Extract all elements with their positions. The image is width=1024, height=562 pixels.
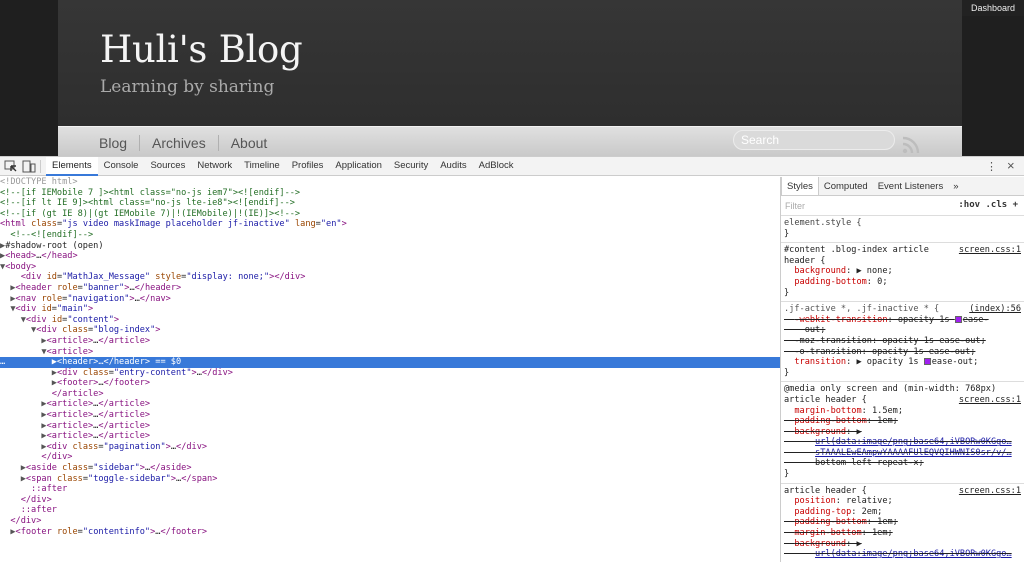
- nav-archives-link[interactable]: Archives: [140, 135, 219, 151]
- inspect-element-icon[interactable]: [4, 160, 18, 173]
- search-input[interactable]: Search: [733, 130, 895, 150]
- blog-nav: Blog Archives About Search: [58, 126, 962, 156]
- dashboard-button[interactable]: Dashboard: [962, 0, 1024, 16]
- dom-line[interactable]: ▶<aside class="sidebar">…</aside>: [0, 463, 780, 474]
- tab-security[interactable]: Security: [388, 157, 434, 176]
- dom-line[interactable]: ::after: [0, 505, 780, 516]
- tab-audits[interactable]: Audits: [434, 157, 472, 176]
- dom-line[interactable]: ▼<div class="blog-index">: [0, 325, 780, 336]
- dom-line[interactable]: <!--[if IEMobile 7 ]><html class="no-js …: [0, 188, 780, 199]
- tab-network[interactable]: Network: [191, 157, 238, 176]
- dom-line[interactable]: ▶#shadow-root (open): [0, 241, 780, 252]
- tab-computed[interactable]: Computed: [819, 177, 873, 195]
- tab-profiles[interactable]: Profiles: [286, 157, 330, 176]
- dom-line[interactable]: <!--[if lt IE 9]><html class="no-js lte-…: [0, 198, 780, 209]
- blog-page: Huli's Blog Learning by sharing Blog Arc…: [0, 0, 1024, 156]
- tab-event-listeners[interactable]: Event Listeners: [873, 177, 948, 195]
- close-icon[interactable]: ×: [1007, 158, 1015, 173]
- styles-filter-bar: Filter :hov .cls +: [781, 196, 1024, 216]
- dom-line-selected[interactable]: ▶<header>…</header> == $0…: [0, 357, 780, 368]
- devtools-tabs: Elements Console Sources Network Timelin…: [46, 157, 519, 176]
- dom-line[interactable]: ::after: [0, 484, 780, 495]
- nav-blog-link[interactable]: Blog: [87, 135, 141, 151]
- tab-sources[interactable]: Sources: [144, 157, 191, 176]
- device-toolbar-icon[interactable]: [22, 160, 36, 173]
- dom-line[interactable]: ▼<article>: [0, 347, 780, 358]
- dom-line[interactable]: ▶<div class="entry-content">…</div>: [0, 368, 780, 379]
- filter-input[interactable]: Filter: [785, 201, 805, 212]
- styles-pane[interactable]: Styles Computed Event Listeners » Filter…: [780, 177, 1024, 562]
- devtools-toolbar: Elements Console Sources Network Timelin…: [0, 156, 1024, 176]
- dom-line[interactable]: ▶<nav role="navigation">…</nav>: [0, 294, 780, 305]
- dom-line[interactable]: ▼<body>: [0, 262, 780, 273]
- nav-about-link[interactable]: About: [219, 135, 280, 151]
- dom-line[interactable]: ▶<article>…</article>: [0, 410, 780, 421]
- dom-line[interactable]: ▶<header role="banner">…</header>: [0, 283, 780, 294]
- dom-line[interactable]: ▶<head>…</head>: [0, 251, 780, 262]
- blog-title[interactable]: Huli's Blog: [100, 28, 303, 71]
- more-menu-icon[interactable]: ⋮: [986, 160, 997, 173]
- dom-line[interactable]: <!--[if (gt IE 8)|(gt IEMobile 7)|!(IEMo…: [0, 209, 780, 220]
- dom-line[interactable]: <div id="MathJax_Message" style="display…: [0, 272, 780, 283]
- rss-icon[interactable]: [902, 136, 920, 154]
- toolbar-divider: [40, 160, 41, 173]
- dom-line[interactable]: ▶<span class="toggle-sidebar">…</span>: [0, 474, 780, 485]
- dom-line[interactable]: ▼<div id="main">: [0, 304, 780, 315]
- dom-line[interactable]: ▶<article>…</article>: [0, 421, 780, 432]
- style-rule[interactable]: #content .blog-index article screen.css:1…: [781, 243, 1024, 303]
- dom-line[interactable]: ▶<article>…</article>: [0, 336, 780, 347]
- dom-line[interactable]: <html class="js video maskImage placehol…: [0, 219, 780, 230]
- tab-application[interactable]: Application: [329, 157, 387, 176]
- tab-adblock[interactable]: AdBlock: [473, 157, 520, 176]
- elements-panel[interactable]: <!DOCTYPE html> <!--[if IEMobile 7 ]><ht…: [0, 177, 780, 562]
- dom-line[interactable]: ▶<article>…</article>: [0, 399, 780, 410]
- dom-line[interactable]: ▶<footer>…</footer>: [0, 378, 780, 389]
- style-rule[interactable]: element.style { }: [781, 216, 1024, 244]
- style-rule[interactable]: @media only screen and (min-width: 768px…: [781, 382, 1024, 484]
- style-rule[interactable]: .jf-active *, .jf-inactive * {(index):56…: [781, 302, 1024, 383]
- styles-tabs: Styles Computed Event Listeners »: [781, 177, 1024, 196]
- dom-line[interactable]: </div>: [0, 516, 780, 527]
- dom-line[interactable]: </div>: [0, 452, 780, 463]
- blog-container: Huli's Blog Learning by sharing Blog Arc…: [58, 0, 962, 156]
- tab-console[interactable]: Console: [98, 157, 145, 176]
- dom-line[interactable]: ▶<div class="pagination">…</div>: [0, 442, 780, 453]
- filter-buttons[interactable]: :hov .cls +: [958, 200, 1018, 211]
- style-rule[interactable]: article header {screen.css:1 position: r…: [781, 484, 1024, 562]
- dom-line[interactable]: ▼<div id="content">: [0, 315, 780, 326]
- tab-timeline[interactable]: Timeline: [238, 157, 286, 176]
- tab-more[interactable]: »: [948, 177, 963, 195]
- dom-line[interactable]: </div>: [0, 495, 780, 506]
- tab-styles[interactable]: Styles: [781, 177, 819, 195]
- blog-subtitle: Learning by sharing: [100, 77, 275, 97]
- dom-line[interactable]: <!DOCTYPE html>: [0, 177, 780, 188]
- dom-line[interactable]: ▶<footer role="contentinfo">…</footer>: [0, 527, 780, 538]
- dom-line[interactable]: </article>: [0, 389, 780, 400]
- dom-line[interactable]: ▶<article>…</article>: [0, 431, 780, 442]
- dom-line[interactable]: <!--<![endif]-->: [0, 230, 780, 241]
- blog-header: Huli's Blog Learning by sharing: [58, 0, 962, 126]
- tab-elements[interactable]: Elements: [46, 157, 98, 176]
